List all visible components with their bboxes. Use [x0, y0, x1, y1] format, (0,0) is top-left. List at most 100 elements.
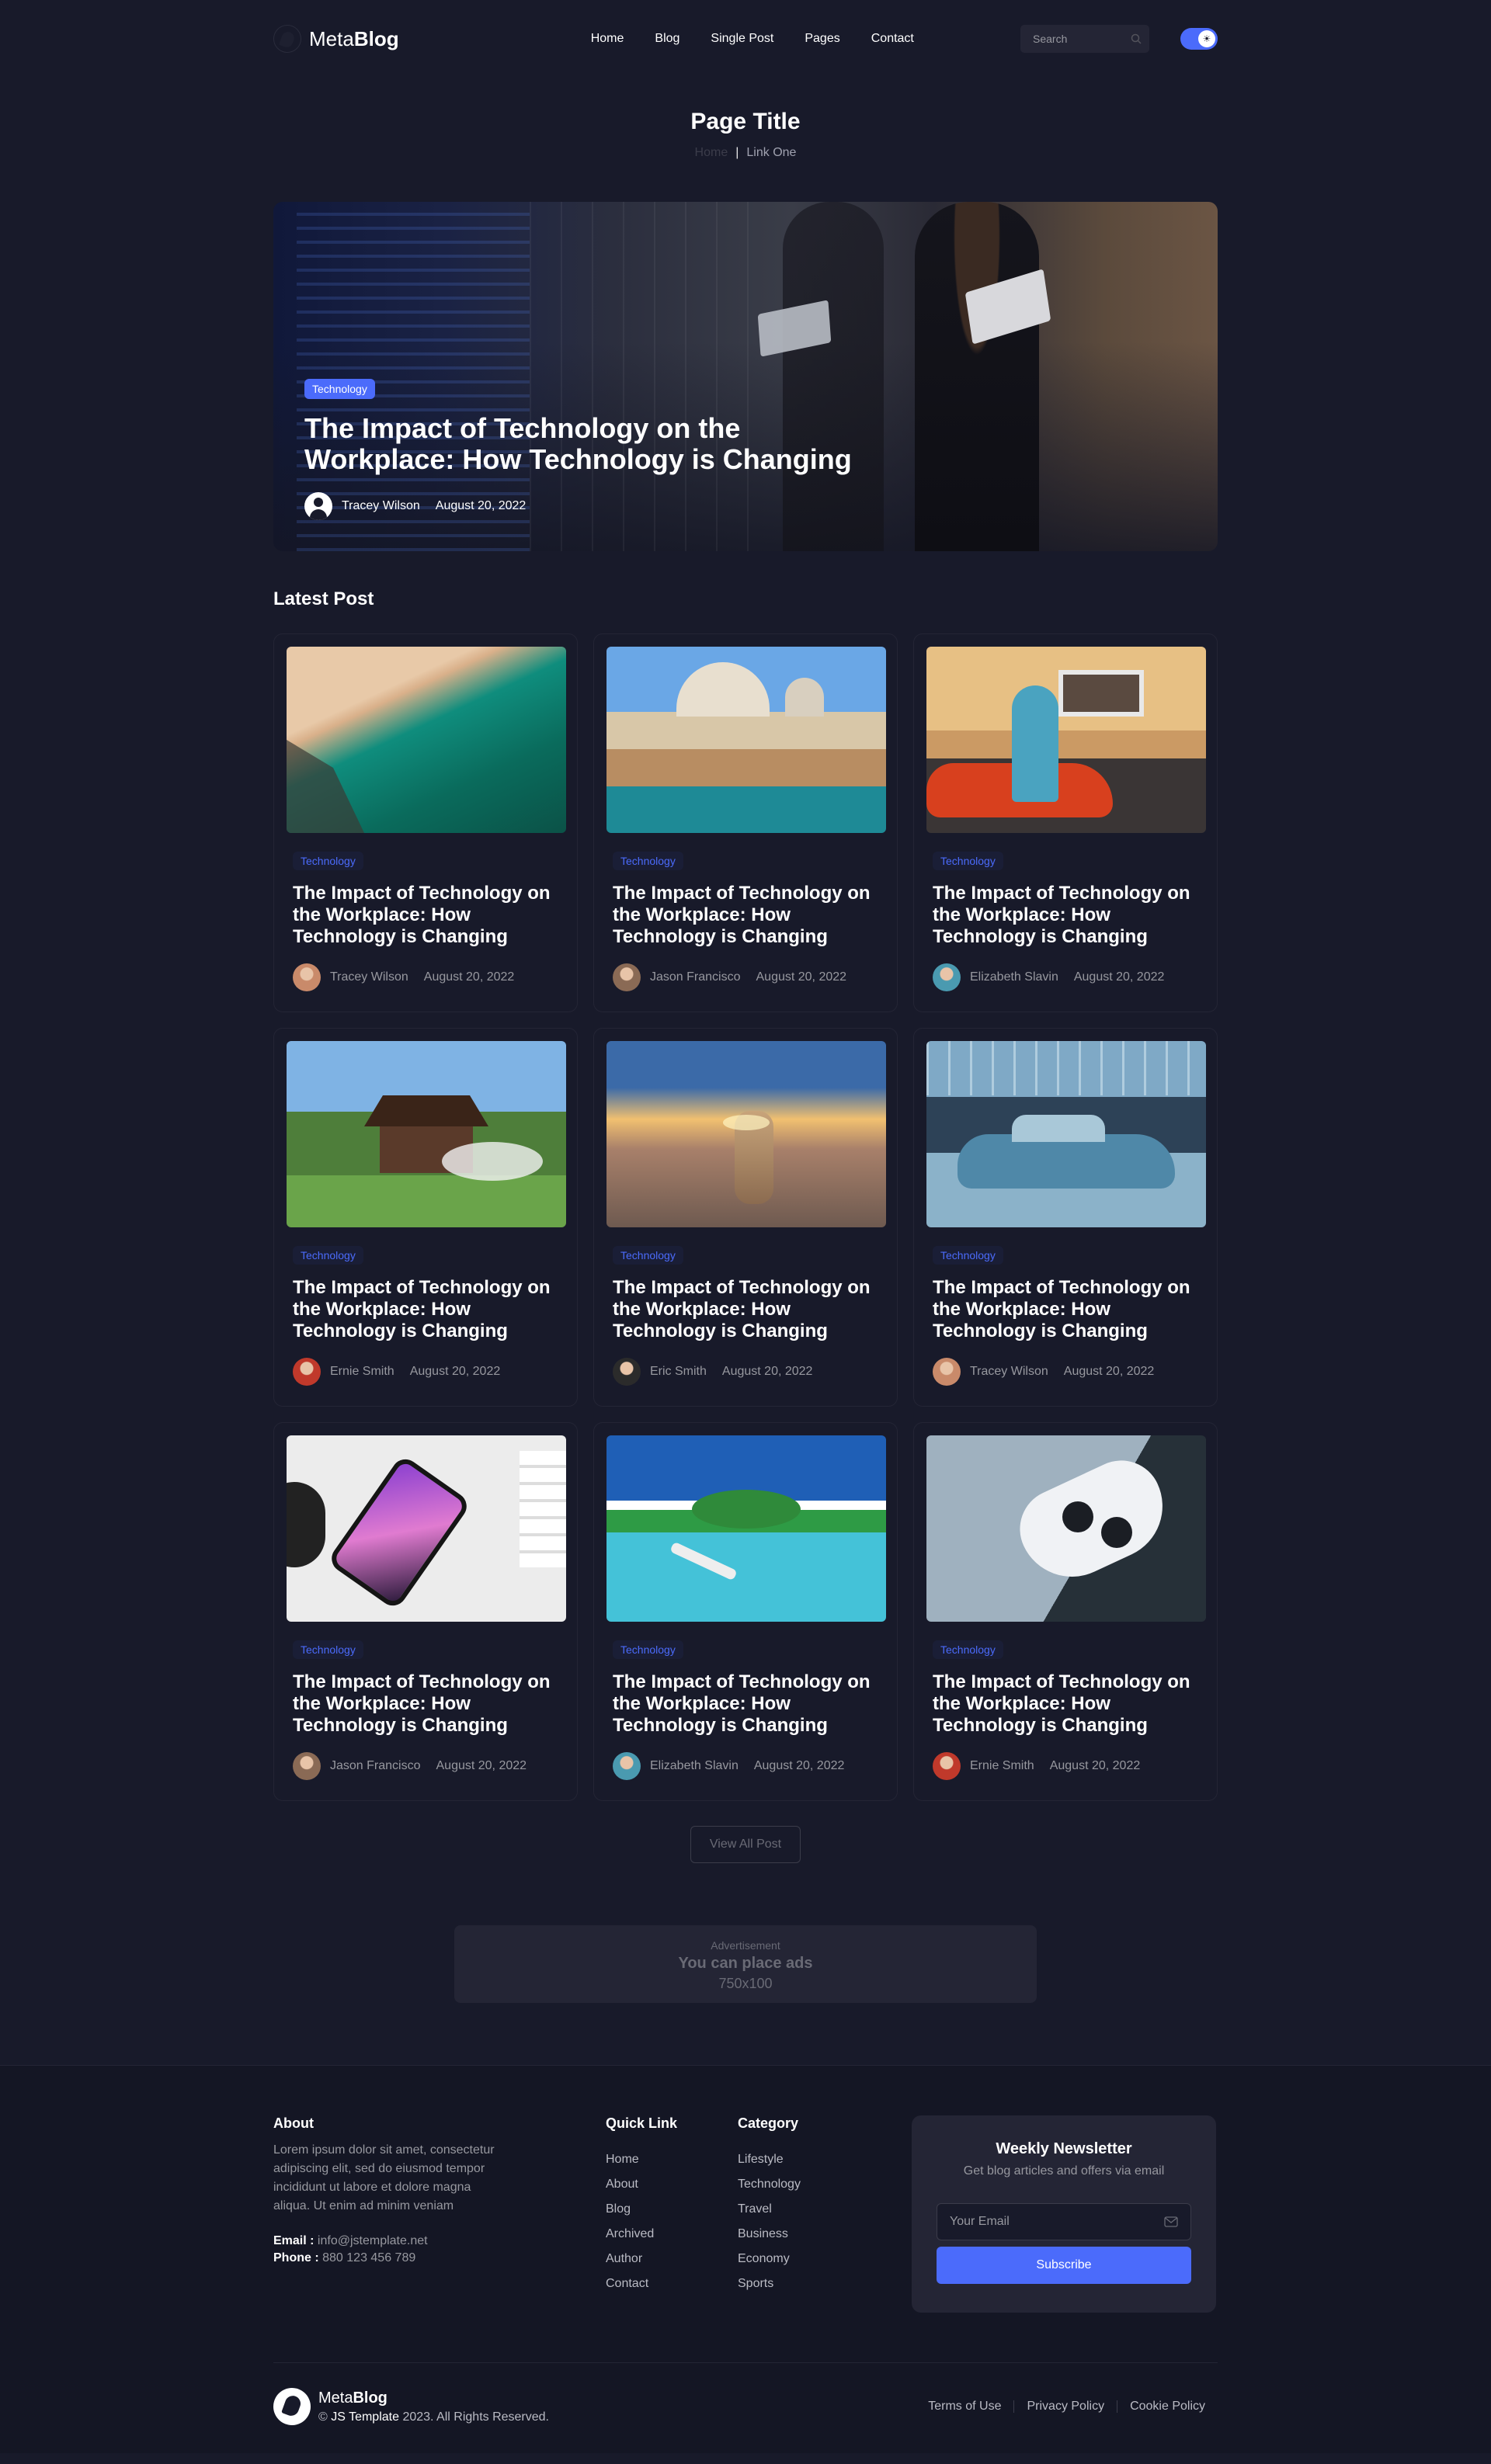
footer-brand-light: Meta [318, 2389, 353, 2407]
post-tag[interactable]: Technology [613, 1640, 683, 1659]
hero-tag[interactable]: Technology [304, 379, 375, 399]
post-title[interactable]: The Impact of Technology on the Workplac… [613, 1277, 878, 1342]
post-card[interactable]: Technology The Impact of Technology on th… [913, 1422, 1218, 1801]
search-icon[interactable] [1131, 33, 1142, 44]
post-image[interactable] [287, 1435, 566, 1622]
phone-value[interactable]: 880 123 456 789 [322, 2251, 415, 2264]
post-image[interactable] [926, 1041, 1206, 1227]
post-tag[interactable]: Technology [293, 852, 363, 870]
cookie-link[interactable]: Cookie Policy [1117, 2400, 1218, 2414]
post-card[interactable]: Technology The Impact of Technology on th… [913, 1028, 1218, 1407]
post-image[interactable] [287, 1041, 566, 1227]
post-author[interactable]: Tracey Wilson [933, 1358, 1048, 1386]
search-input[interactable] [1033, 33, 1118, 45]
nav-pages[interactable]: Pages [805, 32, 839, 46]
breadcrumb-home[interactable]: Home [695, 146, 728, 160]
featured-post-hero[interactable]: Technology The Impact of Technology on t… [273, 202, 1218, 551]
post-date: August 20, 2022 [409, 1365, 501, 1378]
breadcrumb-current[interactable]: Link One [746, 146, 796, 160]
post-tag[interactable]: Technology [933, 1640, 1003, 1659]
footer-logo-icon[interactable] [273, 2388, 311, 2425]
post-title[interactable]: The Impact of Technology on the Workplac… [613, 1671, 878, 1737]
post-author[interactable]: Eric Smith [613, 1358, 707, 1386]
hero-author[interactable]: Tracey Wilson [304, 492, 420, 520]
post-image[interactable] [606, 647, 886, 833]
quick-link-about[interactable]: About [606, 2175, 738, 2194]
quick-link-blog[interactable]: Blog [606, 2200, 738, 2219]
post-card[interactable]: Technology The Impact of Technology on th… [273, 1422, 578, 1801]
post-title[interactable]: The Impact of Technology on the Workplac… [933, 1671, 1198, 1737]
post-title[interactable]: The Impact of Technology on the Workplac… [933, 1277, 1198, 1342]
category-technology[interactable]: Technology [738, 2175, 870, 2194]
theme-toggle[interactable]: ☀ [1180, 28, 1218, 50]
post-tag[interactable]: Technology [613, 852, 683, 870]
post-tag[interactable]: Technology [933, 852, 1003, 870]
newsletter-title: Weekly Newsletter [996, 2140, 1132, 2157]
post-card[interactable]: Technology The Impact of Technology on th… [273, 633, 578, 1012]
post-author-name: Ernie Smith [330, 1365, 394, 1378]
post-author[interactable]: Tracey Wilson [293, 963, 408, 991]
nav-home[interactable]: Home [591, 32, 624, 46]
advertisement-banner[interactable]: Advertisement You can place ads 750x100 [454, 1925, 1037, 2003]
email-value[interactable]: info@jstemplate.net [318, 2234, 428, 2247]
category-heading: Category [738, 2115, 799, 2131]
post-image[interactable] [926, 1435, 1206, 1622]
post-card[interactable]: Technology The Impact of Technology on th… [593, 1028, 898, 1407]
post-meta: Jason Francisco August 20, 2022 [613, 963, 878, 991]
quick-link-author[interactable]: Author [606, 2250, 738, 2268]
breadcrumb: Home | Link One [273, 146, 1218, 160]
post-author[interactable]: Ernie Smith [933, 1752, 1034, 1780]
nav-blog[interactable]: Blog [655, 32, 679, 46]
post-image[interactable] [606, 1041, 886, 1227]
post-tag[interactable]: Technology [933, 1246, 1003, 1265]
hero-image-woman [915, 202, 1039, 551]
post-card[interactable]: Technology The Impact of Technology on th… [593, 633, 898, 1012]
post-author[interactable]: Elizabeth Slavin [933, 963, 1058, 991]
newsletter-email-input[interactable] [950, 2215, 1136, 2229]
nav-contact[interactable]: Contact [871, 32, 914, 46]
post-image[interactable] [287, 647, 566, 833]
terms-link[interactable]: Terms of Use [916, 2400, 1013, 2414]
view-all-button[interactable]: View All Post [690, 1826, 801, 1863]
category-travel[interactable]: Travel [738, 2200, 870, 2219]
category-economy[interactable]: Economy [738, 2250, 870, 2268]
quick-link-contact[interactable]: Contact [606, 2275, 738, 2293]
nav-single-post[interactable]: Single Post [711, 32, 773, 46]
post-author[interactable]: Elizabeth Slavin [613, 1752, 739, 1780]
post-meta: Ernie Smith August 20, 2022 [933, 1752, 1198, 1780]
post-title[interactable]: The Impact of Technology on the Workplac… [613, 883, 878, 948]
post-author[interactable]: Jason Francisco [613, 963, 741, 991]
search-box[interactable] [1020, 25, 1149, 53]
post-author[interactable]: Jason Francisco [293, 1752, 421, 1780]
post-date: August 20, 2022 [423, 970, 515, 984]
subscribe-button[interactable]: Subscribe [937, 2247, 1191, 2284]
post-card[interactable]: Technology The Impact of Technology on th… [273, 1028, 578, 1407]
hero-title[interactable]: The Impact of Technology on the Workplac… [304, 413, 895, 475]
post-title[interactable]: The Impact of Technology on the Workplac… [293, 1671, 558, 1737]
post-title[interactable]: The Impact of Technology on the Workplac… [293, 883, 558, 948]
category-lifestyle[interactable]: Lifestyle [738, 2150, 870, 2169]
post-tag[interactable]: Technology [293, 1640, 363, 1659]
page-title-section: Page Title Home | Link One [273, 109, 1218, 160]
newsletter-email-box[interactable] [937, 2203, 1191, 2240]
post-tag[interactable]: Technology [293, 1246, 363, 1265]
post-author-name: Elizabeth Slavin [970, 970, 1058, 984]
footer-legal-links: Terms of Use Privacy Policy Cookie Polic… [916, 2400, 1218, 2414]
post-card[interactable]: Technology The Impact of Technology on th… [913, 633, 1218, 1012]
post-image[interactable] [606, 1435, 886, 1622]
quick-link-archived[interactable]: Archived [606, 2225, 738, 2244]
privacy-link[interactable]: Privacy Policy [1014, 2400, 1117, 2414]
quick-link-home[interactable]: Home [606, 2150, 738, 2169]
post-title[interactable]: The Impact of Technology on the Workplac… [293, 1277, 558, 1342]
post-meta: Tracey Wilson August 20, 2022 [293, 963, 558, 991]
author-avatar [933, 1752, 961, 1780]
post-card[interactable]: Technology The Impact of Technology on th… [593, 1422, 898, 1801]
category-business[interactable]: Business [738, 2225, 870, 2244]
post-tag[interactable]: Technology [613, 1246, 683, 1265]
category-sports[interactable]: Sports [738, 2275, 870, 2293]
post-author[interactable]: Ernie Smith [293, 1358, 394, 1386]
logo[interactable]: MetaBlog [273, 25, 399, 53]
post-date: August 20, 2022 [1063, 1365, 1155, 1378]
post-image[interactable] [926, 647, 1206, 833]
post-title[interactable]: The Impact of Technology on the Workplac… [933, 883, 1198, 948]
